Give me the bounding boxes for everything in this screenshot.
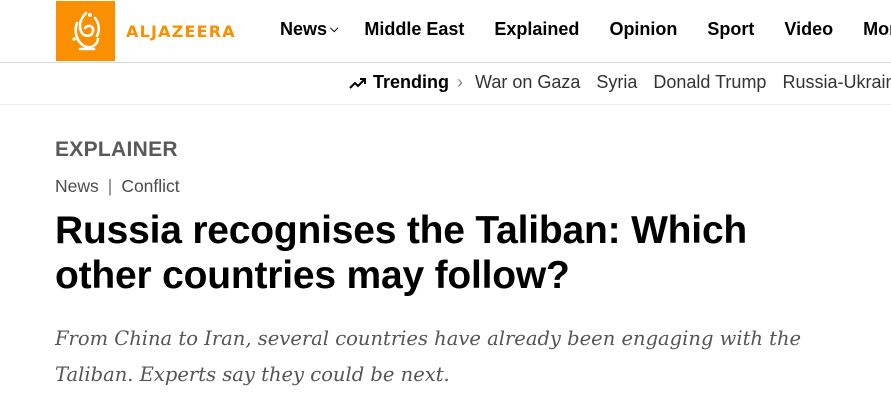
main-nav: News ⌵ Middle East Explained Opinion Spo… [280, 19, 891, 40]
nav-item-label: News [280, 19, 328, 39]
nav-item-label: More [863, 19, 891, 39]
site-header: ALJAZEERA News ⌵ Middle East Explained O… [0, 0, 891, 62]
breadcrumb-separator: | [107, 176, 113, 196]
nav-item-explained[interactable]: Explained [494, 19, 579, 40]
chevron-down-icon: ⌵ [330, 23, 339, 35]
breadcrumb-news[interactable]: News [55, 176, 99, 196]
trending-bar: Trending › War on Gaza Syria Donald Trum… [349, 72, 891, 93]
nav-item-label: Sport [707, 19, 755, 39]
site-logo[interactable]: ALJAZEERA [56, 0, 236, 62]
breadcrumb-conflict[interactable]: Conflict [121, 176, 179, 196]
logo-emblem-icon [56, 1, 115, 61]
trending-label: Trending [373, 72, 449, 92]
article-headline: Russia recognises the Taliban: Which oth… [55, 209, 748, 297]
nav-item-opinion[interactable]: Opinion [609, 19, 677, 40]
breadcrumb: News | Conflict [55, 176, 180, 197]
trending-link-war-on-gaza[interactable]: War on Gaza [475, 72, 580, 93]
nav-item-more[interactable]: More ⌵ [863, 19, 891, 40]
nav-item-news[interactable]: News ⌵ [280, 19, 338, 40]
trending-link-russia-ukraine[interactable]: Russia-Ukraine [782, 72, 891, 93]
trending-link-donald-trump[interactable]: Donald Trump [653, 72, 766, 93]
nav-item-video[interactable]: Video [784, 19, 833, 40]
logo-wordmark: ALJAZEERA [126, 21, 236, 41]
nav-item-label: Middle East [364, 19, 465, 39]
nav-item-label: Opinion [609, 19, 678, 39]
article-kicker: EXPLAINER [55, 138, 178, 161]
nav-item-label: Video [784, 19, 834, 39]
article-dek: From China to Iran, several countries ha… [55, 327, 802, 386]
nav-item-label: Explained [494, 19, 580, 39]
trending-link-syria[interactable]: Syria [596, 72, 637, 93]
nav-item-middle-east[interactable]: Middle East [364, 19, 464, 40]
trending-up-icon [349, 77, 366, 89]
nav-item-sport[interactable]: Sport [707, 19, 754, 40]
chevron-right-icon: › [457, 72, 463, 92]
trending-divider [0, 104, 891, 105]
header-divider [0, 62, 891, 63]
